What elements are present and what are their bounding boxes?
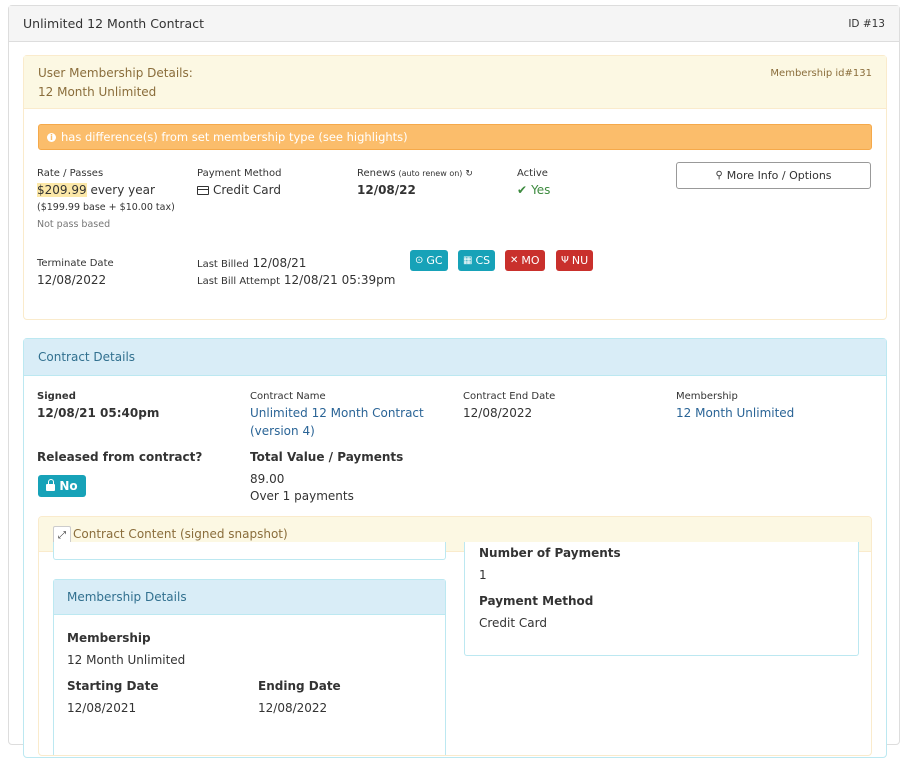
check-circle-icon: ⊙ — [415, 255, 424, 266]
active-label: Active — [517, 168, 548, 179]
more-info-button[interactable]: ⚲ More Info / Options — [676, 162, 871, 189]
membership-label: Membership — [676, 391, 738, 402]
signed-label: Signed — [37, 391, 76, 402]
tag-gc[interactable]: ⊙ GC — [410, 250, 448, 271]
contract-details-heading: Contract Details — [38, 350, 136, 364]
last-billed-row: Last Billed 12/08/21 — [197, 256, 306, 270]
snapshot-heading: Contract Content (signed snapshot) — [73, 527, 288, 541]
rate-period: every year — [86, 183, 155, 197]
released-badge: No — [38, 475, 86, 497]
ending-date-label: Ending Date — [258, 679, 341, 693]
starting-date-value: 12/08/2021 — [67, 701, 137, 715]
auto-renew-note: (auto renew on) — [398, 169, 463, 178]
rate-value: $209.99 every year — [37, 183, 155, 197]
payment-method-label: Payment Method — [197, 168, 282, 179]
difference-alert: i has difference(s) from set membership … — [38, 124, 872, 150]
total-label: Total Value / Payments — [250, 450, 404, 464]
last-attempt-value: 12/08/21 05:39pm — [283, 273, 396, 287]
terminate-value: 12/08/2022 — [37, 273, 107, 287]
user-membership-name: 12 Month Unlimited — [38, 85, 157, 99]
arrows-icon: ✕ — [510, 255, 519, 266]
contract-panel: Unlimited 12 Month Contract ID #13 User … — [8, 5, 900, 758]
released-label: Released from contract? — [37, 450, 203, 464]
contract-details-header: Contract Details — [24, 339, 886, 376]
payment-method-snapshot-label: Payment Method — [479, 594, 594, 608]
search-icon: ⚲ — [715, 170, 723, 181]
refresh-icon: ↻ — [465, 168, 473, 179]
user-membership-heading: User Membership Details: — [38, 66, 193, 80]
contract-id: ID #13 — [848, 17, 885, 30]
tag-nu-label: NU — [571, 254, 589, 267]
ending-date-value: 12/08/2022 — [258, 701, 328, 715]
payment-method-value: Credit Card — [197, 183, 281, 197]
tag-mo-label: MO — [521, 254, 540, 267]
terminate-label: Terminate Date — [37, 258, 114, 269]
alert-text: has difference(s) from set membership ty… — [61, 130, 408, 144]
active-value: ✔ Yes — [517, 183, 550, 197]
more-info-label: More Info / Options — [726, 169, 832, 182]
total-value: 89.00 — [250, 472, 285, 486]
md-membership-value: 12 Month Unlimited — [67, 653, 186, 667]
user-membership-panel: User Membership Details: 12 Month Unlimi… — [23, 55, 887, 320]
info-icon: i — [47, 132, 56, 142]
renews-label-row: Renews (auto renew on) ↻ — [357, 168, 473, 179]
tag-nu[interactable]: Ψ NU — [556, 250, 594, 271]
rate-amount: $209.99 — [37, 183, 87, 197]
contract-version-link[interactable]: (version 4) — [250, 424, 315, 438]
contract-end-value: 12/08/2022 — [463, 406, 533, 420]
check-icon: ✔ — [517, 183, 528, 197]
tag-cs[interactable]: ▦ CS — [458, 250, 496, 271]
contract-details-panel: Contract Details Signed 12/08/21 05:40pm… — [23, 338, 887, 758]
md-membership-label: Membership — [67, 631, 151, 645]
payment-method-text: Credit Card — [213, 183, 281, 197]
calendar-icon: ▦ — [463, 255, 473, 266]
active-text: Yes — [531, 183, 551, 197]
pass-note: Not pass based — [37, 219, 111, 230]
number-of-payments-label: Number of Payments — [479, 546, 621, 560]
payment-box: Number of Payments 1 Payment Method Cred… — [464, 542, 859, 656]
last-attempt-row: Last Bill Attempt 12/08/21 05:39pm — [197, 273, 396, 287]
contract-name-label: Contract Name — [250, 391, 326, 402]
contract-snapshot-panel: ⤢ Contract Content (signed snapshot) Num… — [38, 516, 872, 756]
renews-label: Renews — [357, 168, 396, 179]
rate-breakdown: ($199.99 base + $10.00 tax) — [37, 202, 175, 213]
rate-label: Rate / Passes — [37, 168, 104, 179]
partial-panel-left — [53, 542, 446, 560]
released-value: No — [59, 479, 78, 493]
contract-end-label: Contract End Date — [463, 391, 556, 402]
membership-id: Membership id#131 — [770, 68, 872, 79]
membership-link[interactable]: 12 Month Unlimited — [676, 406, 794, 420]
membership-details-header: Membership Details — [54, 580, 445, 615]
user-membership-header: User Membership Details: 12 Month Unlimi… — [24, 56, 886, 109]
starting-date-label: Starting Date — [67, 679, 159, 693]
tag-cs-label: CS — [475, 254, 491, 267]
number-of-payments-value: 1 — [479, 568, 487, 582]
last-attempt-label: Last Bill Attempt — [197, 276, 281, 287]
payment-method-snapshot-value: Credit Card — [479, 616, 547, 630]
membership-details-heading: Membership Details — [67, 590, 187, 604]
signed-value: 12/08/21 05:40pm — [37, 406, 160, 420]
panel-header: Unlimited 12 Month Contract ID #13 — [9, 6, 899, 42]
tag-mo[interactable]: ✕ MO — [505, 250, 545, 271]
last-billed-value: 12/08/21 — [252, 256, 307, 270]
tag-gc-label: GC — [426, 254, 443, 267]
utensils-icon: Ψ — [561, 255, 569, 266]
last-billed-label: Last Billed — [197, 259, 249, 270]
page-title: Unlimited 12 Month Contract — [23, 16, 204, 31]
total-payments: Over 1 payments — [250, 489, 354, 503]
lock-icon — [46, 479, 56, 491]
renews-value: 12/08/22 — [357, 183, 416, 197]
contract-name-link[interactable]: Unlimited 12 Month Contract — [250, 406, 424, 420]
credit-card-icon — [197, 185, 209, 195]
membership-details-panel: Membership Details Membership 12 Month U… — [53, 579, 446, 755]
